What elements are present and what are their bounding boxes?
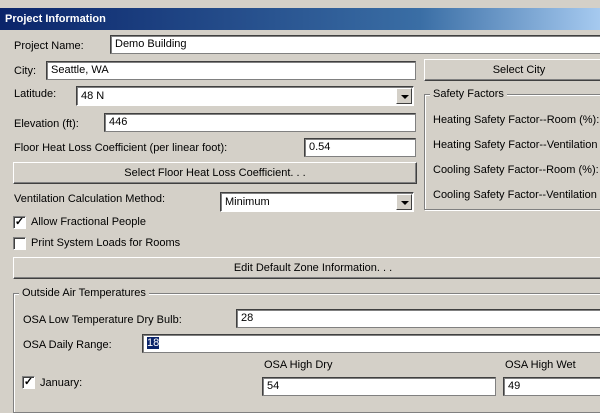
heating-ventilation-factor-label: Heating Safety Factor--Ventilation (% xyxy=(433,139,600,151)
ventilation-value: Minimum xyxy=(225,196,270,208)
osa-low-temp-input[interactable]: 28 xyxy=(236,309,600,328)
print-room-loads-label: Print System Loads for Rooms xyxy=(31,237,181,249)
january-high-wet-input[interactable]: 49 xyxy=(503,377,600,396)
osa-low-temp-label: OSA Low Temperature Dry Bulb: xyxy=(23,314,182,326)
heating-room-factor-label: Heating Safety Factor--Room (%): xyxy=(433,114,600,126)
select-floor-heat-loss-button[interactable]: Select Floor Heat Loss Coefficient. . . xyxy=(13,162,417,184)
elevation-label: Elevation (ft): xyxy=(14,118,79,130)
elevation-input[interactable]: 446 xyxy=(104,113,416,132)
ventilation-select[interactable]: Minimum xyxy=(220,192,414,212)
osa-high-dry-header: OSA High Dry xyxy=(264,359,333,371)
floor-heat-loss-input[interactable]: 0.54 xyxy=(304,138,416,157)
osa-high-wet-header: OSA High Wet xyxy=(505,359,576,371)
latitude-value: 48 N xyxy=(81,90,105,102)
fractional-people-checkbox[interactable]: ✓ xyxy=(13,216,26,229)
window-title: Project Information xyxy=(0,8,600,30)
latitude-select[interactable]: 48 N xyxy=(76,86,414,106)
edit-default-zone-button[interactable]: Edit Default Zone Information. . . xyxy=(13,257,600,279)
project-name-input[interactable]: Demo Building xyxy=(110,35,600,54)
project-name-label: Project Name: xyxy=(14,40,84,52)
safety-factors-legend: Safety Factors xyxy=(430,87,507,101)
print-room-loads-checkbox[interactable] xyxy=(13,237,26,250)
outside-air-legend: Outside Air Temperatures xyxy=(19,286,149,300)
january-label: January: xyxy=(40,377,83,389)
city-label: City: xyxy=(14,65,36,77)
january-checkbox[interactable]: ✓ xyxy=(22,376,35,389)
fractional-people-label: Allow Fractional People xyxy=(31,216,146,228)
latitude-label: Latitude: xyxy=(14,88,57,100)
chevron-down-icon[interactable] xyxy=(396,88,412,104)
floor-heat-loss-label: Floor Heat Loss Coefficient (per linear … xyxy=(14,142,228,154)
osa-daily-range-value: 18 xyxy=(147,337,160,349)
city-input[interactable]: Seattle, WA xyxy=(46,61,416,80)
osa-daily-range-label: OSA Daily Range: xyxy=(23,339,112,351)
chevron-down-icon[interactable] xyxy=(396,194,412,210)
osa-daily-range-input[interactable]: 18 xyxy=(142,334,600,353)
january-high-dry-input[interactable]: 54 xyxy=(262,377,496,396)
ventilation-label: Ventilation Calculation Method: xyxy=(14,193,166,205)
cooling-room-factor-label: Cooling Safety Factor--Room (%): xyxy=(433,164,599,176)
cooling-ventilation-factor-label: Cooling Safety Factor--Ventilation (% xyxy=(433,189,600,201)
select-city-button[interactable]: Select City xyxy=(424,59,600,81)
